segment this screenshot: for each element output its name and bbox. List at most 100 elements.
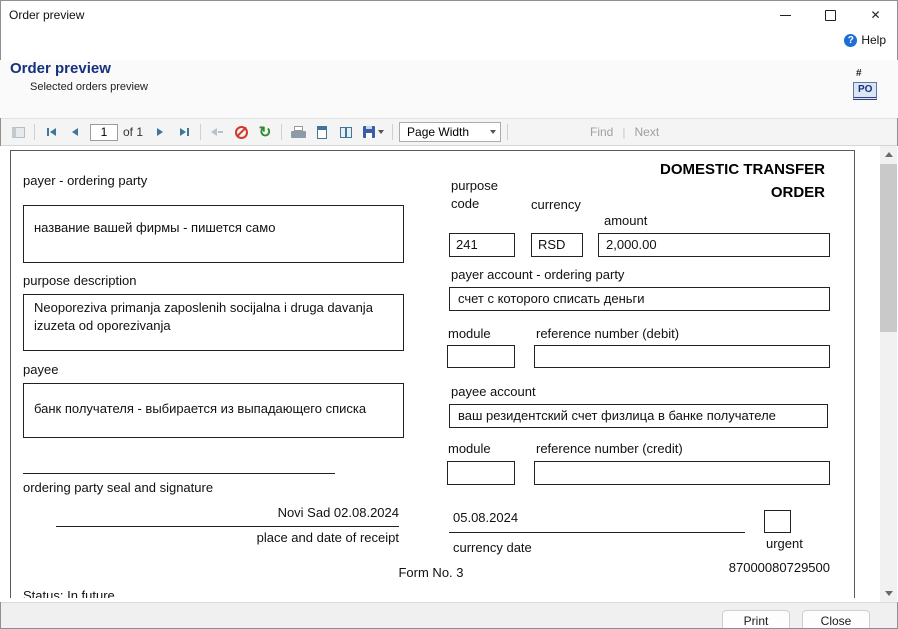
toolbar-separator (34, 124, 35, 140)
po-icon: # PO (853, 68, 885, 100)
window-title: Order preview (0, 8, 84, 22)
find-next-divider: | (622, 125, 625, 139)
find-area: Find | Next (590, 125, 659, 139)
next-page-button[interactable] (148, 122, 172, 143)
find-link: Find (590, 125, 613, 139)
reference-debit-box (534, 345, 830, 368)
module-debit-box (447, 345, 515, 368)
currency-box: RSD (531, 233, 583, 257)
stop-button[interactable] (229, 122, 253, 143)
save-export-icon (363, 126, 375, 138)
payee-value-box: банк получателя - выбирается из выпадающ… (23, 383, 404, 438)
previous-page-button[interactable] (63, 122, 87, 143)
amount-label: amount (604, 213, 647, 228)
urgent-label: urgent (766, 536, 803, 551)
toolbar-separator (392, 124, 393, 140)
last-page-icon (187, 128, 189, 136)
module-credit-label: module (448, 441, 491, 456)
stop-icon (235, 126, 248, 139)
dialog-footer: Print Close (0, 602, 898, 629)
refresh-button[interactable] (253, 122, 277, 143)
window-controls (763, 0, 898, 30)
page-subtitle: Selected orders preview (30, 81, 898, 93)
close-dialog-button[interactable]: Close (802, 610, 870, 629)
maximize-icon (825, 10, 836, 21)
scroll-down-icon (885, 591, 893, 596)
place-date-line (56, 526, 399, 527)
minimize-button[interactable] (763, 0, 808, 30)
maximize-button[interactable] (808, 0, 853, 30)
next-page-icon (157, 128, 163, 136)
purpose-code-box: 241 (449, 233, 515, 257)
form-title: DOMESTIC TRANSFER ORDER (585, 158, 825, 205)
module-debit-label: module (448, 326, 491, 341)
reference-credit-box (534, 461, 830, 485)
print-layout-icon (317, 126, 327, 139)
export-dropdown-icon (378, 130, 384, 134)
purpose-code-label: purpose code (451, 177, 509, 213)
payer-value-box: название вашей фирмы - пишется само (23, 205, 404, 263)
payer-account-label: payer account - ordering party (451, 267, 624, 282)
export-button[interactable] (358, 122, 388, 143)
transfer-order-form: payer - ordering party название вашей фи… (10, 150, 855, 598)
zoom-dropdown-icon (490, 130, 496, 134)
payer-label: payer - ordering party (23, 173, 147, 188)
module-credit-box (447, 461, 515, 485)
reference-debit-label: reference number (debit) (536, 326, 679, 341)
zoom-select[interactable]: Page Width (399, 122, 501, 142)
form-title-line1: DOMESTIC TRANSFER (585, 158, 825, 181)
back-to-parent-button (205, 122, 229, 143)
first-page-arrow-icon (50, 128, 56, 136)
report-preview-area: payer - ordering party название вашей фи… (0, 146, 898, 602)
page-number-input[interactable] (90, 124, 118, 141)
po-label: PO (853, 82, 877, 100)
reference-credit-label: reference number (credit) (536, 441, 683, 456)
place-date-value: Novi Sad 02.08.2024 (56, 505, 399, 520)
print-button[interactable]: Print (722, 610, 790, 629)
close-icon (870, 6, 880, 24)
seal-signature-label: ordering party seal and signature (23, 480, 213, 495)
toolbar-separator (281, 124, 282, 140)
first-page-button[interactable] (39, 122, 63, 143)
page-header: Order preview Selected orders preview # … (0, 60, 898, 118)
printer-icon (291, 126, 306, 138)
scroll-thumb[interactable] (880, 164, 897, 332)
currency-date-value: 05.08.2024 (453, 510, 518, 525)
titlebar: Order preview (0, 0, 898, 30)
payee-label: payee (23, 362, 58, 377)
order-number: 87000080729500 (630, 560, 830, 575)
seal-signature-line (23, 473, 335, 474)
help-link[interactable]: Help (861, 33, 886, 47)
payer-account-box: счет с которого списать деньги (449, 287, 830, 311)
back-arrow-tail (218, 131, 223, 133)
zoom-value: Page Width (407, 125, 469, 139)
currency-date-line (449, 532, 745, 533)
amount-box: 2,000.00 (598, 233, 830, 257)
po-hash: # (856, 68, 885, 79)
purpose-description-label: purpose description (23, 273, 136, 288)
previous-page-icon (72, 128, 78, 136)
urgent-checkbox (764, 510, 791, 533)
form-title-line2: ORDER (585, 181, 825, 204)
last-page-arrow-icon (180, 128, 186, 136)
vertical-scrollbar[interactable] (880, 146, 897, 602)
last-page-button[interactable] (172, 122, 196, 143)
page-title: Order preview (10, 60, 898, 77)
report-toolbar: of 1 Page Width Find | Next (0, 118, 898, 146)
minimize-icon (780, 15, 791, 16)
print-toolbar-button[interactable] (286, 122, 310, 143)
page-setup-button[interactable] (334, 122, 358, 143)
next-link: Next (634, 125, 659, 139)
print-layout-button[interactable] (310, 122, 334, 143)
page-count-label: of 1 (123, 125, 143, 139)
toolbar-separator (507, 124, 508, 140)
form-number: Form No. 3 (351, 565, 511, 580)
close-button[interactable] (853, 0, 898, 30)
place-date-label: place and date of receipt (56, 530, 399, 545)
scroll-down-button[interactable] (880, 585, 897, 602)
first-page-icon (47, 128, 49, 136)
page-setup-icon (340, 127, 352, 138)
scroll-up-button[interactable] (880, 146, 897, 163)
order-preview-window: Order preview Help Order preview Selecte… (0, 0, 898, 629)
currency-date-label: currency date (453, 540, 532, 555)
